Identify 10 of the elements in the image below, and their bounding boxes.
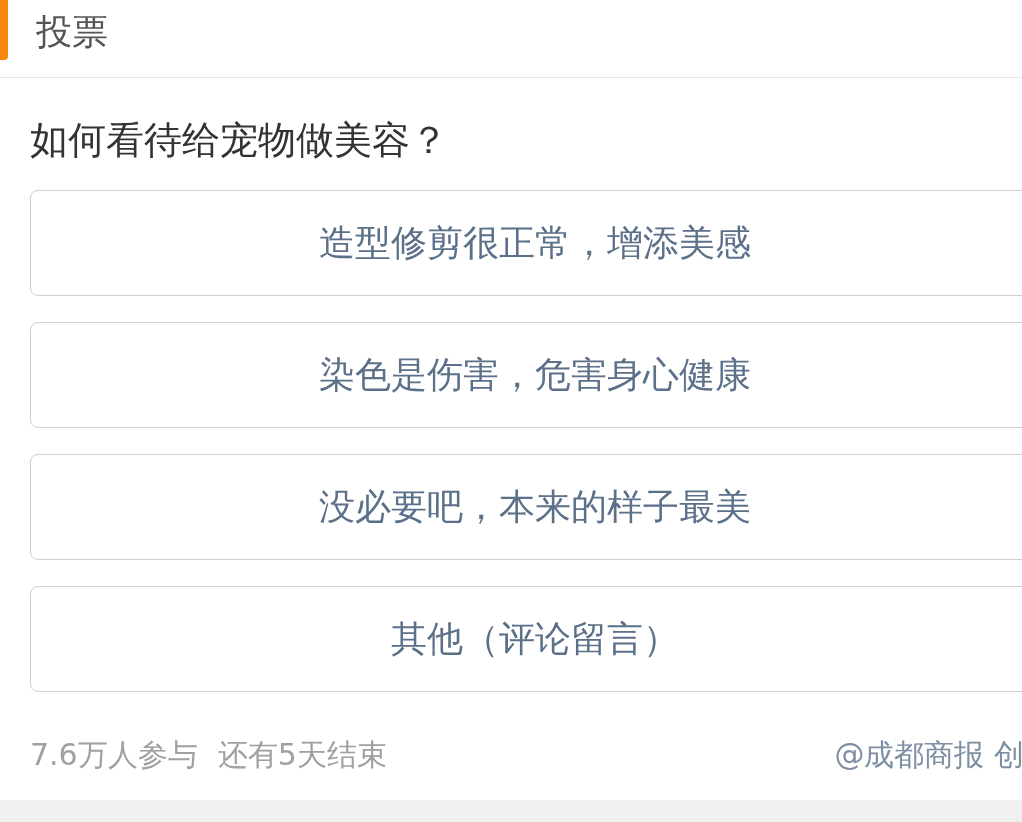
accent-bar xyxy=(0,0,8,60)
poll-option[interactable]: 没必要吧，本来的样子最美 xyxy=(30,454,1022,560)
participant-count: 7.6万人参与 xyxy=(30,735,198,774)
section-title: 投票 xyxy=(36,10,108,54)
time-remaining: 还有5天结束 xyxy=(217,735,387,774)
poll-question: 如何看待给宠物做美容？ xyxy=(30,117,449,164)
poll-option[interactable]: 染色是伤害，危害身心健康 xyxy=(30,322,1022,428)
poll-option[interactable]: 其他（评论留言） xyxy=(30,586,1022,692)
source-credit: @成都商报 创 xyxy=(834,735,1022,774)
poll-option[interactable]: 造型修剪很正常，增添美感 xyxy=(30,190,1022,296)
